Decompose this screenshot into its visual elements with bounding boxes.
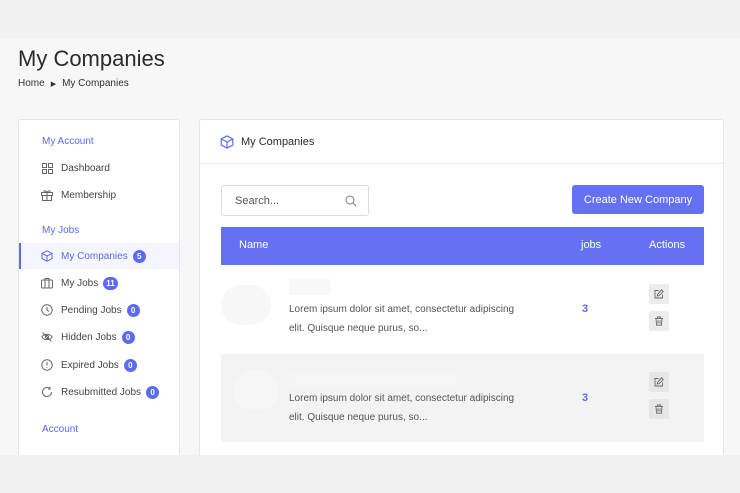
sidebar-item-expired-jobs[interactable]: Expired Jobs 0 bbox=[19, 352, 179, 378]
gift-icon bbox=[41, 189, 53, 201]
jobs-count-link[interactable]: 3 bbox=[582, 303, 588, 315]
refresh-icon bbox=[41, 386, 53, 398]
sidebar-item-membership[interactable]: Membership bbox=[19, 182, 179, 208]
sidebar-section-account: Account bbox=[42, 424, 79, 435]
sidebar-section-my-jobs: My Jobs bbox=[42, 225, 80, 236]
create-company-button[interactable]: Create New Company bbox=[572, 185, 704, 214]
sidebar-item-my-companies[interactable]: My Companies 5 bbox=[19, 243, 179, 269]
search-input[interactable] bbox=[235, 194, 335, 207]
column-header-name[interactable]: Name bbox=[239, 239, 268, 251]
table-header: Name jobs Actions bbox=[221, 227, 704, 265]
delete-button[interactable] bbox=[649, 399, 669, 419]
column-header-jobs[interactable]: jobs bbox=[581, 239, 601, 251]
sidebar-item-dashboard[interactable]: Dashboard bbox=[19, 155, 179, 181]
company-name-placeholder bbox=[289, 372, 457, 388]
trash-icon bbox=[654, 314, 664, 329]
company-logo bbox=[233, 370, 279, 410]
company-description: Lorem ipsum dolor sit amet, consectetur … bbox=[289, 393, 515, 423]
sidebar-item-label: Membership bbox=[61, 189, 117, 201]
table-row: Lorem ipsum dolor sit amet, consectetur … bbox=[221, 265, 704, 353]
eye-off-icon bbox=[41, 331, 53, 343]
bottom-bar bbox=[0, 455, 740, 493]
top-bar bbox=[0, 0, 740, 38]
company-logo bbox=[221, 285, 271, 325]
sidebar-item-label: Pending Jobs bbox=[61, 304, 122, 316]
cube-icon bbox=[220, 134, 234, 149]
company-description: Lorem ipsum dolor sit amet, consectetur … bbox=[289, 304, 515, 334]
panel-header: My Companies bbox=[200, 120, 723, 164]
briefcase-icon bbox=[41, 277, 53, 289]
sidebar-item-resubmitted-jobs[interactable]: Resubmitted Jobs 0 bbox=[19, 379, 179, 405]
breadcrumb-home[interactable]: Home bbox=[18, 78, 45, 89]
count-badge: 11 bbox=[103, 276, 118, 290]
page-title: My Companies bbox=[18, 46, 165, 71]
trash-icon bbox=[654, 402, 664, 417]
breadcrumb-separator-icon: ▶ bbox=[50, 80, 57, 88]
sidebar-item-label: My Jobs bbox=[61, 277, 99, 289]
sidebar-item-pending-jobs[interactable]: Pending Jobs 0 bbox=[19, 297, 179, 323]
edit-icon bbox=[654, 375, 664, 390]
company-name-placeholder bbox=[289, 279, 331, 295]
sidebar-item-my-jobs[interactable]: My Jobs 11 bbox=[19, 270, 179, 296]
search-box[interactable] bbox=[221, 185, 369, 216]
alert-circle-icon bbox=[41, 359, 53, 371]
edit-button[interactable] bbox=[649, 372, 669, 392]
delete-button[interactable] bbox=[649, 311, 669, 331]
breadcrumb: Home ▶ My Companies bbox=[18, 78, 129, 89]
table-row: Lorem ipsum dolor sit amet, consectetur … bbox=[221, 354, 704, 442]
sidebar-item-hidden-jobs[interactable]: Hidden Jobs 0 bbox=[19, 324, 179, 350]
column-header-actions: Actions bbox=[649, 239, 686, 251]
sidebar-item-label: Resubmitted Jobs bbox=[61, 386, 142, 398]
sidebar-section-my-account: My Account bbox=[42, 136, 94, 147]
edit-icon bbox=[654, 287, 664, 302]
main-panel: My Companies Create New Company Name job… bbox=[199, 119, 724, 455]
cube-icon bbox=[41, 250, 53, 262]
sidebar-item-label: My Companies bbox=[61, 250, 128, 262]
count-badge: 0 bbox=[123, 358, 137, 372]
grid-icon bbox=[41, 162, 53, 174]
panel-title: My Companies bbox=[241, 135, 315, 148]
count-badge: 5 bbox=[132, 249, 146, 263]
sidebar: My Account Dashboard Membership My Jobs … bbox=[18, 119, 180, 455]
breadcrumb-current: My Companies bbox=[62, 78, 129, 89]
sidebar-item-label: Expired Jobs bbox=[61, 359, 119, 371]
count-badge: 0 bbox=[126, 303, 140, 317]
count-badge: 0 bbox=[146, 385, 160, 399]
sidebar-item-label: Hidden Jobs bbox=[61, 331, 117, 343]
edit-button[interactable] bbox=[649, 284, 669, 304]
count-badge: 0 bbox=[121, 330, 135, 344]
search-icon[interactable] bbox=[345, 195, 357, 210]
jobs-count-link[interactable]: 3 bbox=[582, 392, 588, 404]
sidebar-item-label: Dashboard bbox=[61, 162, 110, 174]
clock-icon bbox=[41, 304, 53, 316]
